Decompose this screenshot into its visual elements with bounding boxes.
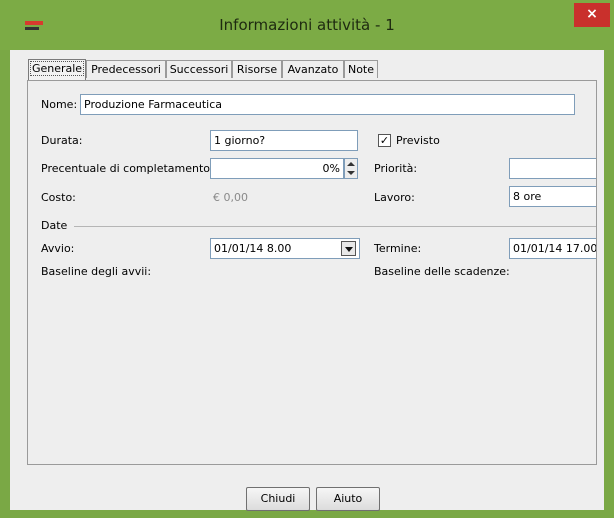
percent-complete-label: Precentuale di completamento: (41, 162, 214, 175)
dates-separator (74, 226, 596, 227)
cost-value: € 0,00 (213, 191, 248, 204)
task-info-dialog: Informazioni attività - 1 × Generale Pre… (0, 0, 614, 518)
estimated-checkbox[interactable]: ✓ (378, 134, 391, 147)
end-date-field[interactable]: 01/01/14 17.00 (509, 238, 596, 259)
dates-section-label: Date (41, 219, 68, 232)
percent-spinner[interactable] (344, 158, 358, 179)
priority-field[interactable] (509, 158, 596, 179)
tab-generale[interactable]: Generale (28, 59, 86, 80)
spinner-down-icon[interactable] (347, 171, 355, 175)
work-field[interactable]: 8 ore (509, 186, 596, 207)
close-button[interactable]: Chiudi (246, 487, 310, 511)
title-bar[interactable]: Informazioni attività - 1 × (0, 0, 614, 50)
baseline-start-label: Baseline degli avvii: (41, 265, 152, 278)
percent-complete-field[interactable]: 0% (210, 158, 344, 179)
tab-avanzato[interactable]: Avanzato (282, 60, 344, 78)
dialog-body: Generale Predecessori Successori Risorse… (10, 50, 604, 511)
priority-label: Priorità: (374, 162, 418, 175)
baseline-end-label: Baseline delle scadenze: (374, 265, 510, 278)
duration-field[interactable]: 1 giorno? (210, 130, 358, 151)
start-label: Avvio: (41, 242, 75, 255)
spinner-up-icon[interactable] (347, 162, 355, 166)
general-tab-panel: Nome: Produzione Farmaceutica Durata: 1 … (27, 80, 597, 465)
start-date-field[interactable]: 01/01/14 8.00 (210, 238, 360, 259)
work-label: Lavoro: (374, 191, 415, 204)
window-title: Informazioni attività - 1 (219, 16, 395, 34)
cost-label: Costo: (41, 191, 76, 204)
close-window-button[interactable]: × (574, 3, 610, 27)
name-label: Nome: (41, 98, 78, 111)
name-field[interactable]: Produzione Farmaceutica (80, 94, 575, 115)
tab-risorse[interactable]: Risorse (232, 60, 282, 78)
tab-predecessori[interactable]: Predecessori (86, 60, 166, 78)
tab-note[interactable]: Note (344, 60, 378, 78)
duration-label: Durata: (41, 134, 83, 147)
end-label: Termine: (374, 242, 422, 255)
start-date-dropdown-icon[interactable] (341, 241, 356, 256)
tab-successori[interactable]: Successori (166, 60, 232, 78)
estimated-label: Previsto (396, 134, 440, 147)
help-button[interactable]: Aiuto (316, 487, 380, 511)
